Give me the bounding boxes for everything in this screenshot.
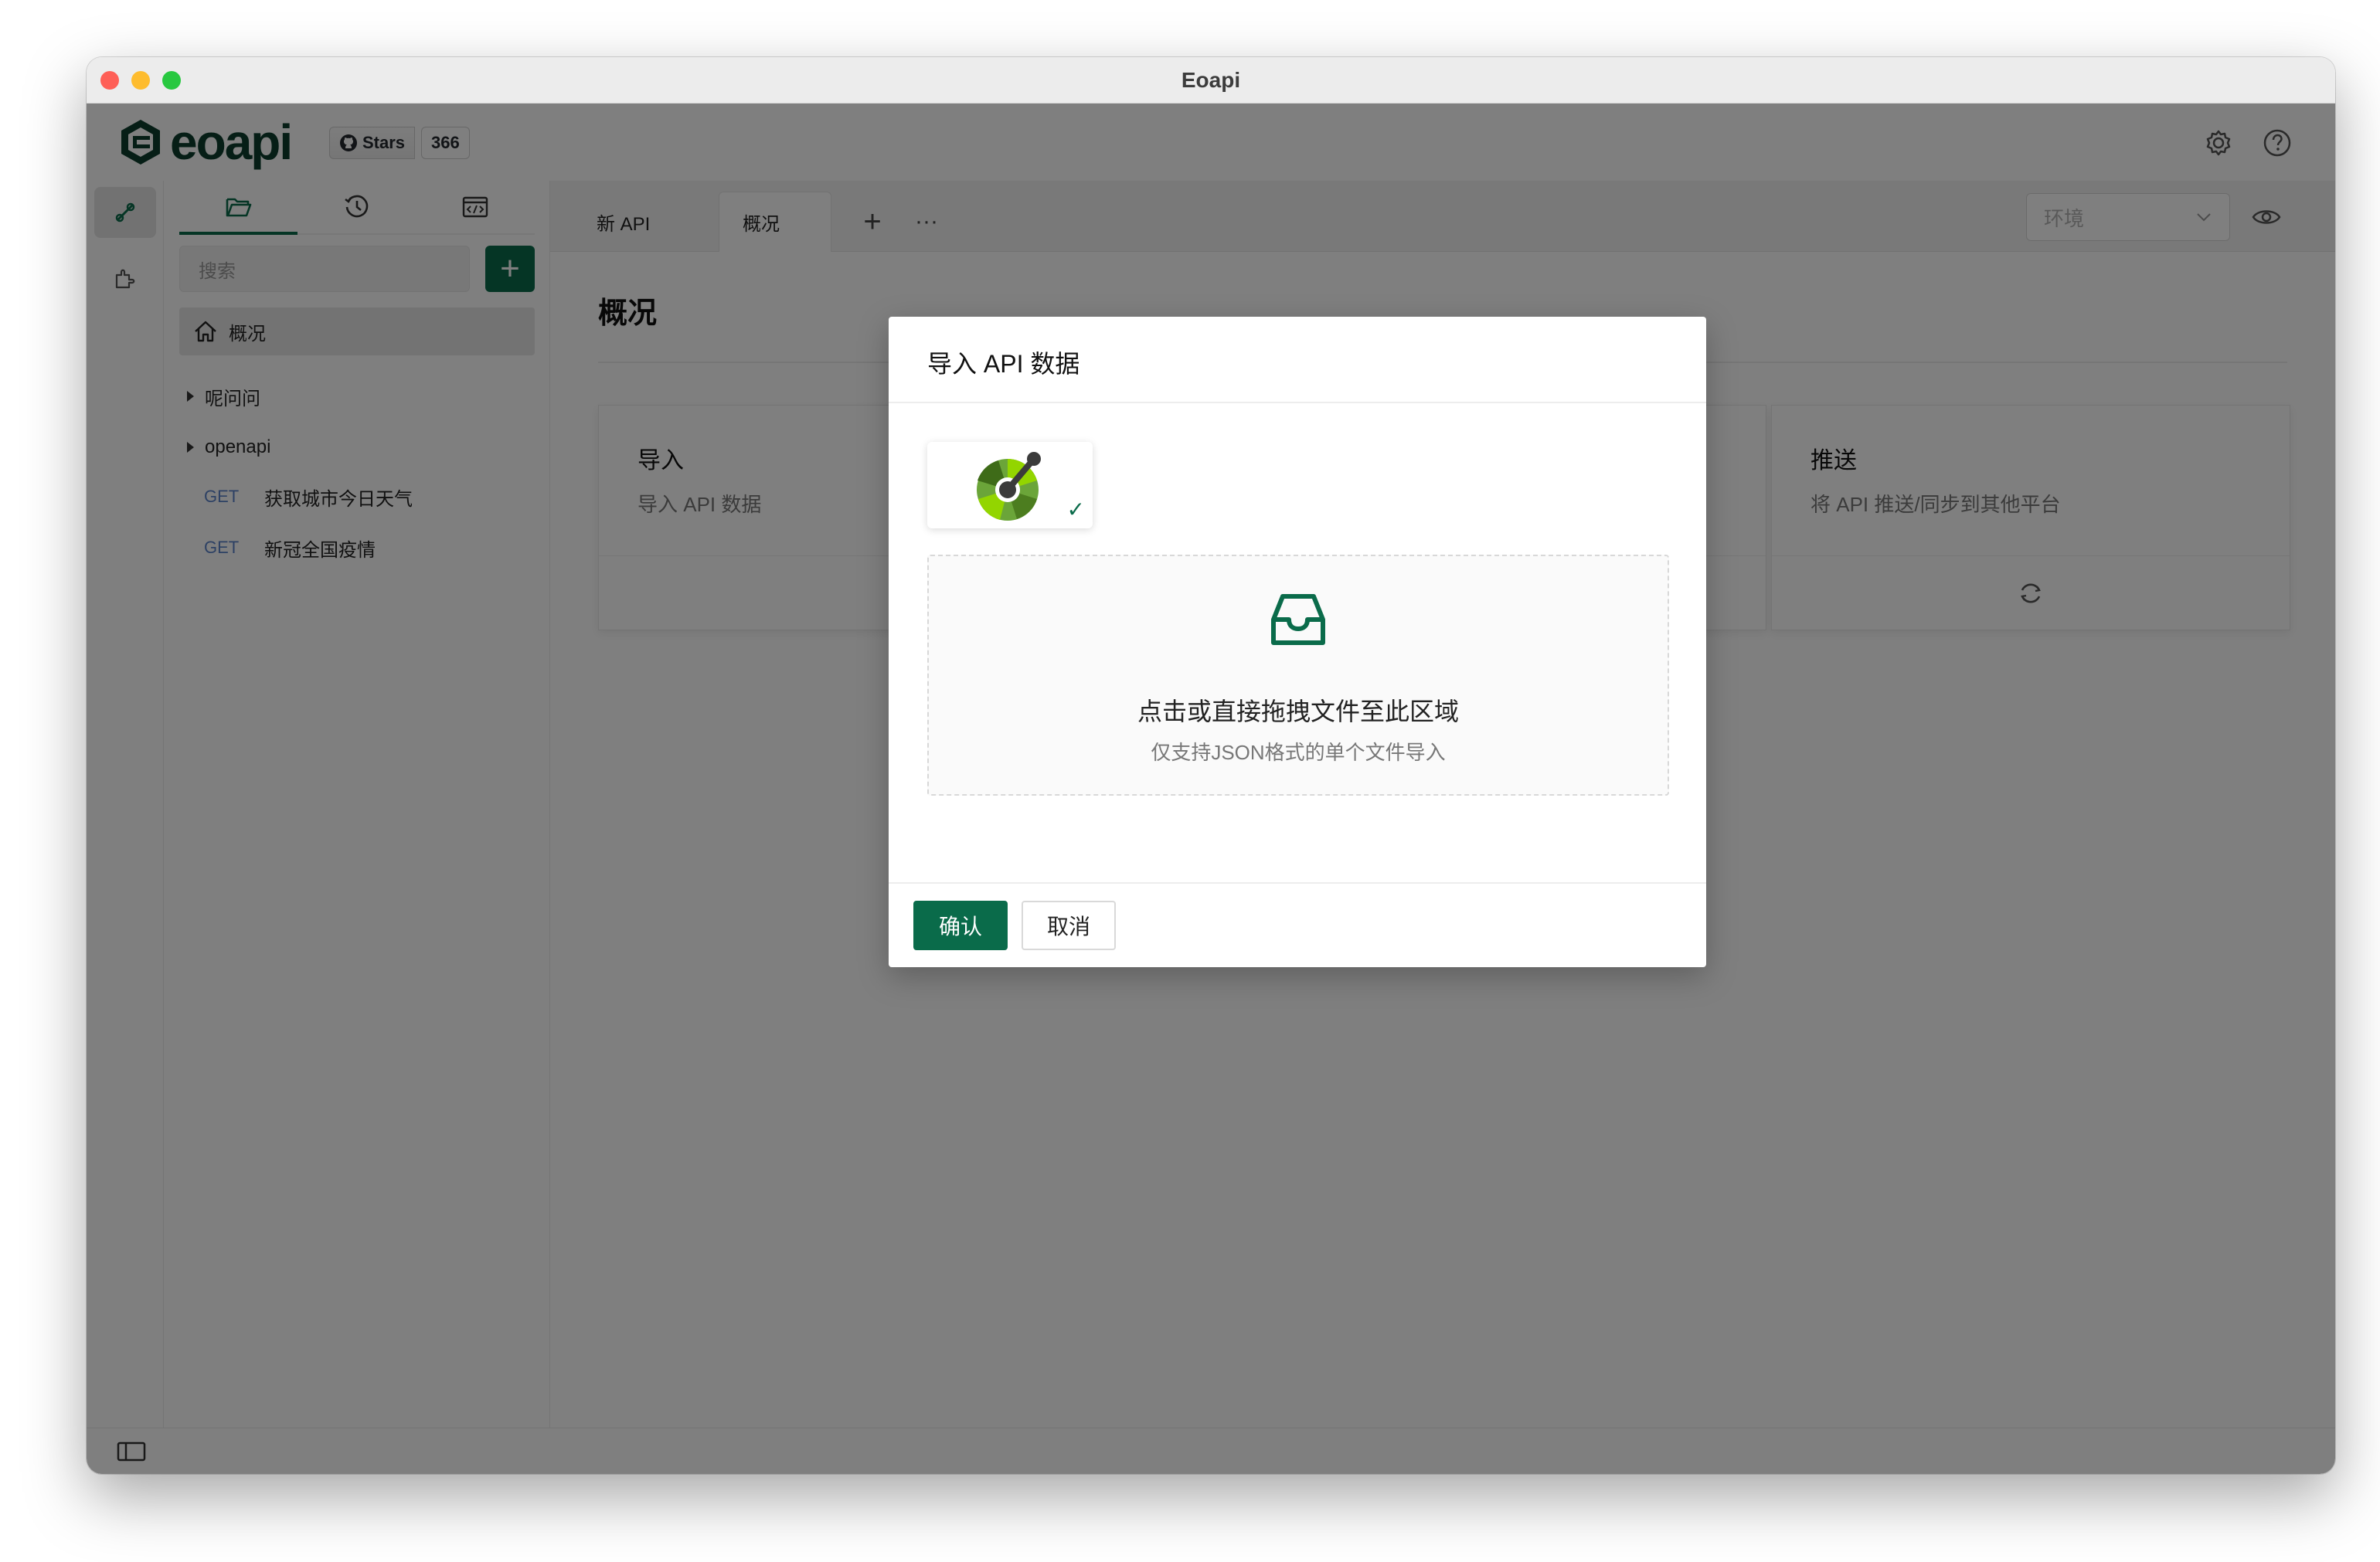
confirm-button[interactable]: 确认	[913, 901, 1008, 950]
title-bar: Eoapi	[87, 57, 2335, 104]
app-window: Eoapi eoapi Stars	[87, 57, 2335, 1474]
file-dropzone[interactable]: 点击或直接拖拽文件至此区域 仅支持JSON格式的单个文件导入	[927, 555, 1669, 796]
dropzone-hint: 仅支持JSON格式的单个文件导入	[1151, 741, 1446, 764]
import-dialog: 导入 API 数据 ✓ 点击或直接拖拽文件至此区域 仅支持JSON格式的单个文件…	[889, 317, 1706, 967]
divider	[889, 882, 1706, 884]
divider	[889, 402, 1706, 403]
window-title: Eoapi	[1181, 68, 1241, 92]
dialog-title: 导入 API 数据	[927, 350, 1080, 378]
cancel-button[interactable]: 取消	[1022, 901, 1116, 950]
check-icon: ✓	[1066, 497, 1085, 522]
dropzone-title: 点击或直接拖拽文件至此区域	[1137, 698, 1459, 725]
inbox-icon	[1271, 594, 1325, 645]
openapi-format-option[interactable]: ✓	[927, 442, 1093, 528]
openapi-logo-icon	[977, 452, 1041, 521]
